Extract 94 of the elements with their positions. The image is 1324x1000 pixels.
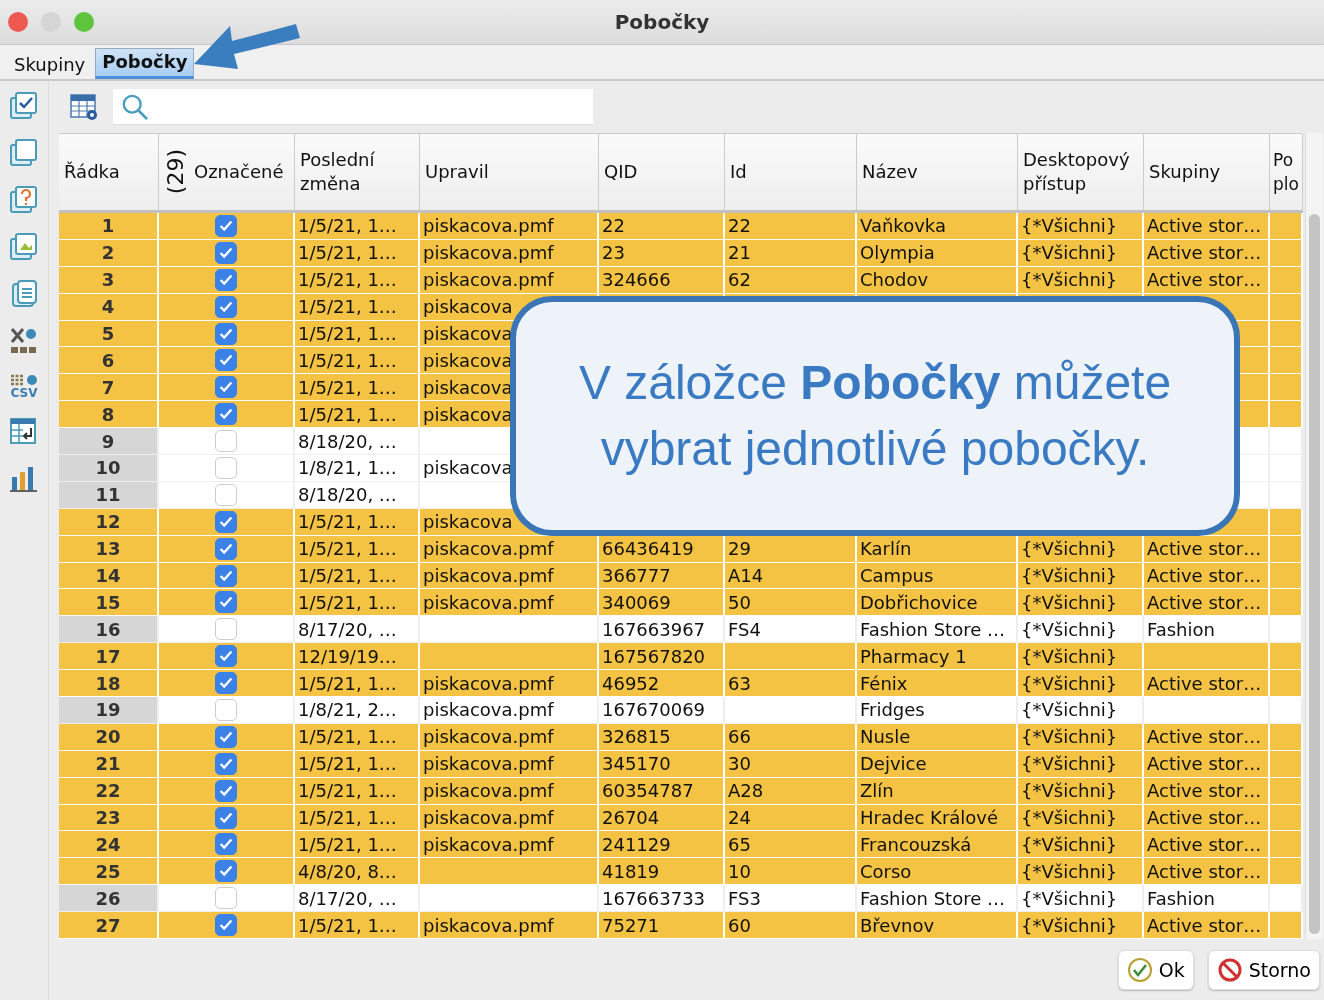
marked-count: (29) — [164, 149, 188, 195]
row-number: 5 — [59, 320, 159, 348]
row-number: 11 — [59, 481, 159, 509]
checkbox[interactable] — [215, 698, 237, 721]
row-number: 10 — [59, 455, 159, 482]
question-icon[interactable] — [9, 185, 39, 215]
name-cell: Břevnov — [857, 912, 1018, 939]
column-header[interactable]: Po plo — [1270, 134, 1303, 210]
column-header[interactable]: Desktopový přístup — [1018, 134, 1144, 210]
checkbox[interactable] — [215, 752, 237, 775]
table-settings-icon[interactable] — [69, 92, 99, 122]
column-header[interactable]: Skupiny — [1144, 134, 1270, 210]
column-header[interactable]: Upravil — [420, 134, 599, 210]
ok-button[interactable]: Ok — [1117, 949, 1194, 990]
checkbox[interactable] — [215, 914, 237, 937]
checkbox[interactable] — [215, 483, 237, 506]
row-number: 26 — [59, 885, 159, 913]
row-number: 4 — [59, 293, 159, 321]
table-cell — [1270, 912, 1303, 939]
tab[interactable]: Pobočky — [95, 48, 195, 79]
row-number: 14 — [59, 562, 159, 590]
checkbox[interactable] — [215, 456, 237, 479]
row-number: 7 — [59, 374, 159, 402]
column-title: Označené — [194, 160, 284, 184]
checkbox[interactable] — [215, 376, 237, 399]
id-cell: 60 — [725, 912, 857, 939]
row-number: 6 — [59, 347, 159, 375]
search-icon — [121, 92, 149, 121]
row-number: 20 — [59, 723, 159, 751]
checkbox[interactable] — [215, 268, 237, 291]
date-cell: 1/5/21, 1… — [295, 912, 420, 939]
row-number: 15 — [59, 589, 159, 617]
table-transfer-icon[interactable] — [9, 416, 39, 446]
column-header[interactable]: QID — [599, 134, 725, 210]
row-number: 17 — [59, 643, 159, 671]
checkbox[interactable] — [215, 564, 237, 587]
row-number: 18 — [59, 670, 159, 698]
row-number: 23 — [59, 804, 159, 832]
row-number: 24 — [59, 831, 159, 859]
checkbox[interactable] — [215, 403, 237, 426]
row-number: 2 — [59, 239, 159, 267]
column-header[interactable]: Řádka — [59, 134, 159, 210]
scrollbar[interactable] — [1305, 133, 1323, 939]
row-number: 19 — [59, 697, 159, 724]
row-number: 3 — [59, 266, 159, 294]
row-number: 12 — [59, 508, 159, 536]
cancel-button[interactable]: Storno — [1207, 949, 1320, 990]
checkbox[interactable] — [215, 349, 237, 372]
search-field[interactable] — [113, 89, 593, 125]
row-number: 25 — [59, 858, 159, 886]
column-header[interactable]: (29) Označené — [159, 134, 295, 210]
document-icon[interactable] — [9, 279, 39, 309]
checkbox[interactable] — [215, 725, 237, 748]
checkbox[interactable] — [215, 887, 237, 910]
callout: V záložce Pobočky můžete vybrat jednotlivé pobočky. — [510, 296, 1240, 536]
row-number: 8 — [59, 401, 159, 429]
checkbox[interactable] — [215, 537, 237, 560]
checkbox[interactable] — [215, 322, 237, 345]
image-icon[interactable] — [9, 232, 39, 262]
row-number: 22 — [59, 777, 159, 805]
checkmark-icon — [1126, 956, 1153, 983]
access-cell: {*Všichni} — [1018, 912, 1144, 939]
checkbox[interactable] — [215, 241, 237, 264]
checkbox[interactable] — [215, 779, 237, 802]
checkbox[interactable] — [215, 510, 237, 533]
checkbox[interactable] — [215, 295, 237, 318]
excel-export-icon[interactable] — [9, 326, 39, 356]
tab[interactable]: Skupiny — [8, 52, 92, 79]
window-title: Pobočky — [614, 10, 710, 34]
checkbox[interactable] — [215, 591, 237, 614]
row-number: 13 — [59, 535, 159, 563]
prohibited-icon — [1216, 956, 1243, 983]
user-cell: piskacova.pmf — [420, 912, 599, 939]
check-all-icon[interactable] — [9, 91, 39, 121]
groups-cell: Active stor… — [1144, 912, 1270, 939]
uncheck-all-icon[interactable] — [9, 138, 39, 168]
row-number: 1 — [59, 213, 159, 240]
row-number: 21 — [59, 750, 159, 778]
qid-cell: 75271 — [599, 912, 725, 939]
checkbox[interactable] — [215, 214, 237, 237]
checkbox[interactable] — [215, 618, 237, 641]
checkbox[interactable] — [215, 860, 237, 883]
checkbox[interactable] — [215, 645, 237, 668]
checkbox[interactable] — [215, 806, 237, 829]
checkbox[interactable] — [215, 672, 237, 695]
row-number: 9 — [59, 428, 159, 455]
column-header[interactable]: Poslední změna — [295, 134, 420, 210]
row-number: 16 — [59, 616, 159, 644]
column-header[interactable]: Id — [725, 134, 857, 210]
row-number: 27 — [59, 912, 159, 939]
column-header[interactable]: Název — [857, 134, 1018, 210]
checkbox[interactable] — [215, 833, 237, 856]
close-button[interactable] — [8, 12, 28, 32]
checkbox[interactable] — [215, 430, 237, 453]
